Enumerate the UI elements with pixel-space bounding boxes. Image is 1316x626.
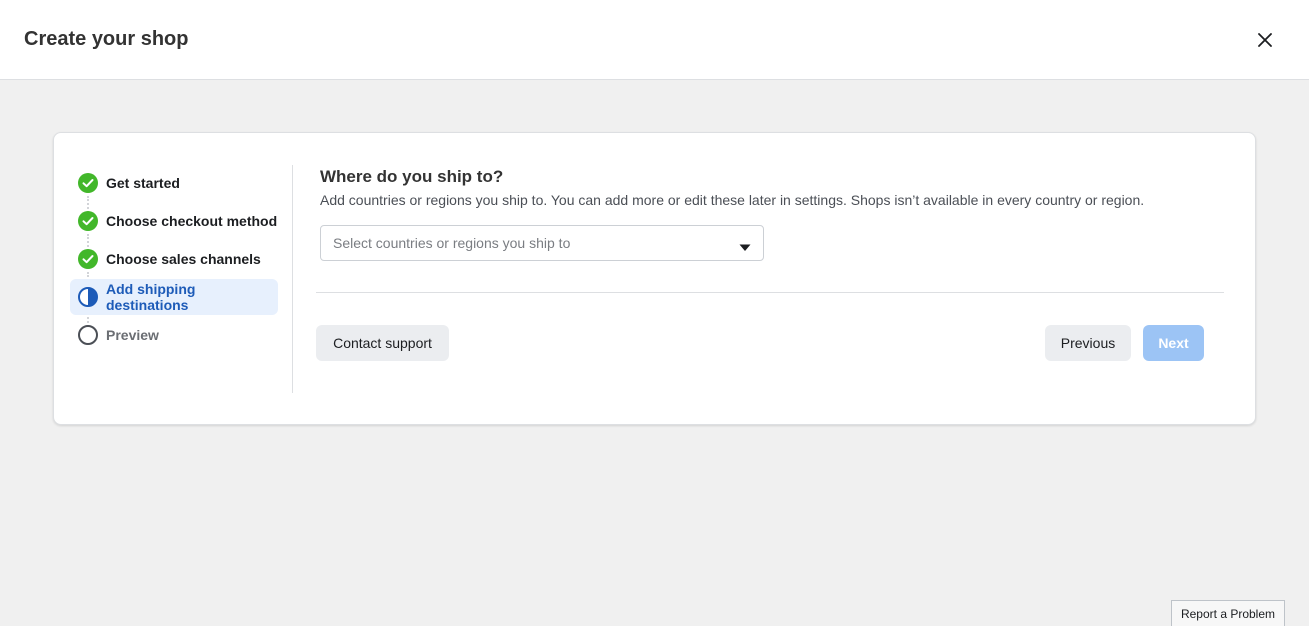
header: Create your shop — [0, 0, 1309, 80]
shipping-section: Where do you ship to? Add countries or r… — [320, 167, 1230, 261]
step-label: Preview — [106, 327, 159, 343]
check-circle-icon — [78, 173, 98, 193]
half-circle-progress-icon — [78, 287, 98, 307]
close-button[interactable] — [1252, 27, 1278, 53]
caret-down-icon — [739, 239, 751, 257]
step-label: Choose checkout method — [106, 213, 278, 229]
next-button[interactable]: Next — [1143, 325, 1204, 361]
select-placeholder: Select countries or regions you ship to — [333, 235, 571, 251]
check-circle-icon — [78, 249, 98, 269]
previous-button[interactable]: Previous — [1045, 325, 1131, 361]
check-circle-icon — [78, 211, 98, 231]
page-title: Create your shop — [24, 28, 189, 50]
contact-support-button[interactable]: Contact support — [316, 325, 449, 361]
step-checkout-method[interactable]: Choose checkout method — [70, 203, 278, 239]
step-shipping-destinations[interactable]: Add shipping destinations — [70, 279, 278, 315]
countries-select[interactable]: Select countries or regions you ship to — [320, 225, 764, 261]
step-get-started[interactable]: Get started — [70, 165, 278, 201]
report-problem-button[interactable]: Report a Problem — [1171, 600, 1285, 626]
setup-card: Get started Choose checkout method Choos… — [53, 132, 1256, 425]
empty-circle-icon — [78, 325, 98, 345]
step-list: Get started Choose checkout method Choos… — [70, 165, 278, 355]
step-label: Get started — [106, 175, 180, 191]
step-label: Choose sales channels — [106, 251, 261, 267]
close-icon — [1258, 33, 1272, 47]
section-title: Where do you ship to? — [320, 167, 504, 186]
step-sales-channels[interactable]: Choose sales channels — [70, 241, 278, 277]
vertical-divider — [292, 165, 293, 393]
step-preview[interactable]: Preview — [70, 317, 278, 353]
step-label: Add shipping destinations — [106, 281, 196, 313]
scrollbar[interactable] — [1309, 0, 1316, 626]
section-description: Add countries or regions you ship to. Yo… — [320, 192, 1145, 208]
horizontal-divider — [316, 292, 1224, 293]
